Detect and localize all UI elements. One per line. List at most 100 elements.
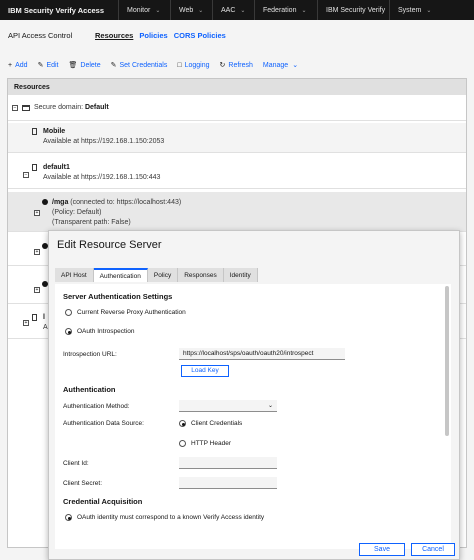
- tab-policy[interactable]: Policy: [147, 268, 179, 282]
- save-button[interactable]: Save: [359, 543, 405, 556]
- nav-label: IBM Security Verify: [326, 6, 386, 14]
- folder-icon: □: [177, 61, 182, 69]
- expand-icon[interactable]: +: [23, 320, 29, 326]
- refresh-button[interactable]: ↻ Refresh: [219, 61, 253, 70]
- nav-label: AAC: [221, 6, 236, 14]
- expand-icon[interactable]: +: [34, 249, 40, 255]
- link-cors-policies[interactable]: CORS Policies: [174, 31, 226, 40]
- junction-transparent: (Transparent path: False): [52, 219, 131, 226]
- nav-label: System: [398, 6, 422, 14]
- server-name: Mobile: [43, 128, 66, 135]
- radio-credential-identity-label: OAuth identity must correspond to a know…: [77, 514, 265, 521]
- dialog-body: Server Authentication Settings Current R…: [55, 284, 451, 549]
- junction-label: /mga (connected to: https://localhost:44…: [52, 198, 181, 208]
- domain-prefix: Secure domain:: [34, 104, 84, 111]
- domain-name: Default: [84, 104, 109, 111]
- edit-label: Edit: [46, 61, 59, 69]
- server-auth-heading: Server Authentication Settings: [63, 292, 173, 301]
- set-credentials-label: Set Credentials: [119, 61, 168, 69]
- add-label: Add: [15, 61, 28, 69]
- pencil-icon: ✎: [110, 62, 117, 69]
- set-credentials-button[interactable]: ✎ Set Credentials: [110, 61, 168, 70]
- radio-oauth-label: OAuth Introspection: [77, 328, 135, 335]
- chevron-down-icon: ⌄: [267, 403, 273, 409]
- server-detail: Available at https://192.168.1.150:443: [43, 174, 161, 181]
- radio-client-credentials-label: Client Credentials: [191, 420, 243, 427]
- nav-aac[interactable]: AAC ⌄: [212, 0, 254, 20]
- pencil-icon: ✎: [37, 62, 44, 69]
- introspection-url-input[interactable]: https://localhost/sps/oauth/oauth20/intr…: [179, 348, 345, 360]
- authentication-heading: Authentication: [63, 385, 116, 394]
- edit-button[interactable]: ✎ Edit: [37, 61, 59, 70]
- page-header: API Access Control Resources Policies CO…: [0, 20, 474, 50]
- domain-row[interactable]: − Secure domain: Default: [8, 95, 466, 121]
- chevron-down-icon: ⌄: [240, 7, 246, 14]
- auth-method-select[interactable]: ⌄: [179, 400, 277, 412]
- logging-button[interactable]: □ Logging: [177, 62, 209, 69]
- chevron-down-icon: ⌄: [301, 7, 307, 14]
- table-header: Resources: [8, 79, 466, 95]
- table-row[interactable]: − default1 Available at https://192.168.…: [8, 159, 466, 189]
- delete-button[interactable]: 🗑 Delete: [69, 61, 101, 70]
- tab-identity[interactable]: Identity: [223, 268, 258, 282]
- introspection-url-label: Introspection URL:: [63, 351, 117, 358]
- expand-icon[interactable]: +: [34, 287, 40, 293]
- load-key-button[interactable]: Load Key: [181, 365, 229, 377]
- add-button[interactable]: + Add: [8, 62, 28, 69]
- radio-client-credentials[interactable]: [179, 420, 186, 427]
- link-policies[interactable]: Policies: [139, 31, 167, 40]
- edit-resource-server-dialog: Edit Resource Server API Host Authentica…: [48, 230, 460, 560]
- radio-http-header[interactable]: [179, 440, 186, 447]
- globe-icon: [42, 199, 48, 205]
- credential-acquisition-heading: Credential Acquisition: [63, 497, 143, 506]
- nav-monitor[interactable]: Monitor ⌄: [118, 0, 170, 20]
- tab-authentication[interactable]: Authentication: [93, 268, 148, 282]
- radio-credential-identity[interactable]: [65, 514, 72, 521]
- scrollbar[interactable]: [445, 286, 449, 436]
- collapse-icon[interactable]: −: [23, 172, 29, 178]
- table-row[interactable]: Mobile Available at https://192.168.1.15…: [8, 123, 466, 153]
- client-secret-input[interactable]: [179, 477, 277, 489]
- auth-method-label: Authentication Method:: [63, 403, 130, 410]
- expand-icon[interactable]: +: [34, 210, 40, 216]
- client-secret-label: Client Secret:: [63, 480, 103, 487]
- nav-system[interactable]: System ⌄: [389, 0, 437, 20]
- nav-label: Federation: [263, 6, 297, 14]
- table-row[interactable]: + /mga (connected to: https://localhost:…: [8, 192, 466, 232]
- radio-oauth-introspection[interactable]: [65, 328, 72, 335]
- server-icon: [32, 128, 37, 135]
- tab-api-host[interactable]: API Host: [55, 268, 94, 282]
- link-resources[interactable]: Resources: [95, 31, 133, 40]
- collapse-icon[interactable]: −: [12, 105, 18, 111]
- page-title: API Access Control: [8, 30, 73, 40]
- radio-reverse-proxy-label: Current Reverse Proxy Authentication: [77, 309, 186, 316]
- dialog-title: Edit Resource Server: [57, 239, 162, 251]
- manage-menu[interactable]: Manage ⌄: [262, 61, 298, 70]
- server-name: default1: [43, 164, 70, 171]
- client-id-input[interactable]: [179, 457, 277, 469]
- manage-label: Manage: [262, 61, 289, 69]
- refresh-icon: ↻: [219, 62, 226, 69]
- logging-label: Logging: [184, 61, 210, 69]
- cancel-button[interactable]: Cancel: [411, 543, 455, 556]
- nav-federation[interactable]: Federation ⌄: [254, 0, 317, 20]
- refresh-label: Refresh: [228, 61, 253, 69]
- brand-title[interactable]: IBM Security Verify Access: [0, 6, 118, 15]
- radio-reverse-proxy[interactable]: [65, 309, 72, 316]
- domain-label: Secure domain: Default: [34, 103, 109, 113]
- toolbar: + Add ✎ Edit 🗑 Delete ✎ Set Credentials □ Log…: [0, 55, 474, 75]
- nav-label: Web: [179, 6, 194, 14]
- server-icon: [32, 314, 37, 321]
- auth-source-label: Authentication Data Source:: [63, 420, 144, 427]
- folder-icon: [22, 105, 30, 111]
- tab-responses[interactable]: Responses: [178, 268, 224, 282]
- server-detail: A: [43, 324, 48, 331]
- plus-icon: +: [8, 61, 13, 69]
- nav-web[interactable]: Web ⌄: [170, 0, 212, 20]
- radio-http-header-label: HTTP Header: [191, 440, 231, 447]
- nav-verify[interactable]: IBM Security Verify: [317, 0, 389, 20]
- delete-label: Delete: [80, 61, 101, 69]
- client-id-label: Client Id:: [63, 460, 89, 467]
- junction-connected: (connected to: https://localhost:443): [70, 199, 182, 206]
- dialog-tabs: API Host Authentication Policy Responses…: [55, 268, 258, 282]
